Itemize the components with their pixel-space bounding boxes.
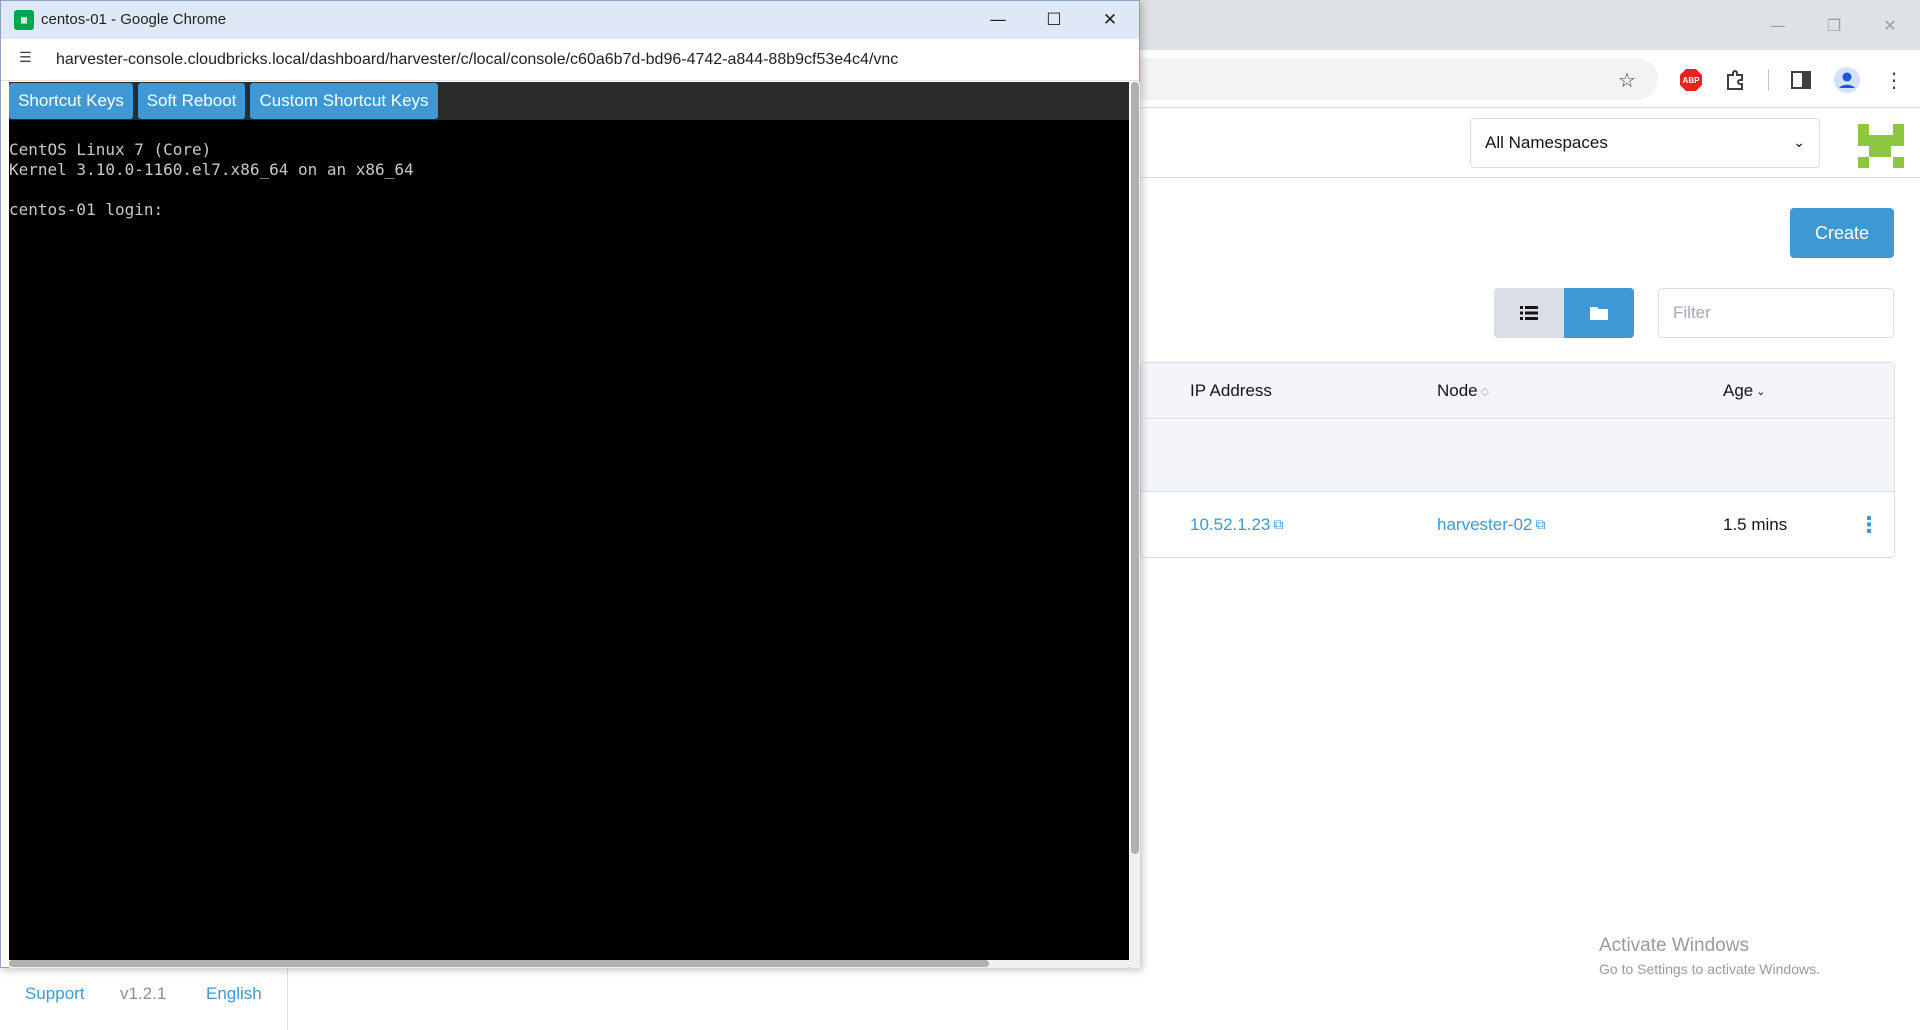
vm-table: IP Address Node ◇ Age ⌄ 10.52.1.23 ⧉ harves… — [1140, 362, 1895, 558]
ip-link[interactable]: 10.52.1.23 — [1190, 515, 1270, 535]
create-button[interactable]: Create — [1790, 208, 1894, 258]
sort-desc-icon: ⌄ — [1756, 384, 1766, 398]
sidepanel-icon[interactable] — [1783, 62, 1819, 98]
svg-text:ABP: ABP — [1683, 76, 1701, 85]
table-cell-ip[interactable]: 10.52.1.23 ⧉ — [1190, 493, 1283, 557]
language-select[interactable]: English — [206, 984, 262, 1004]
column-header-age[interactable]: Age ⌄ — [1723, 363, 1765, 419]
activate-windows-watermark: Activate Windows Go to Settings to activ… — [1599, 935, 1820, 977]
extensions-icon[interactable] — [1718, 62, 1754, 98]
copy-icon[interactable]: ⧉ — [1273, 517, 1283, 533]
support-link[interactable]: Support — [25, 984, 85, 1004]
star-icon[interactable]: ☆ — [1609, 62, 1645, 98]
harvester-logo[interactable] — [1858, 124, 1904, 168]
custom-shortcut-keys-button[interactable]: Custom Shortcut Keys — [250, 83, 438, 119]
toolbar-divider — [1768, 69, 1769, 91]
column-header-ip[interactable]: IP Address — [1190, 363, 1272, 419]
activate-subtitle: Go to Settings to activate Windows. — [1599, 961, 1820, 977]
vertical-scrollbar-thumb[interactable] — [1131, 82, 1139, 854]
column-header-ip-label: IP Address — [1190, 381, 1272, 400]
vnc-console-screen[interactable]: CentOS Linux 7 (Core) Kernel 3.10.0-1160… — [9, 120, 1129, 960]
namespace-select-value: All Namespaces — [1485, 133, 1608, 152]
console-output: CentOS Linux 7 (Core) Kernel 3.10.0-1160… — [9, 140, 414, 219]
popup-address-bar[interactable]: ☰ harvester-console.cloudbricks.local/da… — [1, 39, 1139, 81]
console-popup-window: ▦ centos-01 - Google Chrome — ☐ ✕ ☰ harv… — [0, 0, 1140, 968]
popup-url[interactable]: harvester-console.cloudbricks.local/dash… — [56, 51, 898, 69]
copy-icon[interactable]: ⧉ — [1535, 517, 1545, 533]
shortcut-keys-button[interactable]: Shortcut Keys — [9, 83, 133, 119]
table-group-row — [1141, 420, 1894, 492]
popup-close-button[interactable]: ✕ — [1082, 1, 1138, 39]
row-actions-menu-icon[interactable]: ⋮ — [1857, 493, 1881, 557]
restore-button[interactable]: ❐ — [1806, 0, 1862, 50]
footer-divider — [287, 968, 288, 1030]
site-info-icon[interactable]: ☰ — [19, 50, 32, 66]
folder-icon — [1590, 307, 1608, 320]
horizontal-scrollbar-thumb[interactable] — [9, 960, 989, 967]
chevron-down-icon: ⌄ — [1793, 135, 1805, 151]
list-icon — [1520, 306, 1538, 320]
version-label: v1.2.1 — [120, 984, 167, 1003]
menu-icon[interactable]: ⋮ — [1876, 62, 1912, 98]
table-cell-age: 1.5 mins — [1723, 515, 1788, 534]
filter-input[interactable] — [1658, 288, 1894, 338]
vnc-toolbar: Shortcut Keys Soft Reboot Custom Shortcu… — [9, 82, 1129, 120]
table-cell-node[interactable]: harvester-02 ⧉ — [1437, 493, 1545, 557]
node-link[interactable]: harvester-02 — [1437, 515, 1532, 535]
sort-icon: ◇ — [1480, 384, 1490, 398]
adblock-icon[interactable]: ABP — [1673, 62, 1709, 98]
popup-minimize-button[interactable]: — — [970, 1, 1026, 39]
column-header-age-label: Age — [1723, 381, 1754, 400]
list-view-button[interactable] — [1494, 288, 1564, 338]
soft-reboot-button[interactable]: Soft Reboot — [138, 83, 245, 119]
namespace-select[interactable]: All Namespaces ⌄ — [1470, 118, 1820, 168]
minimize-button[interactable]: — — [1750, 0, 1806, 50]
column-header-node-label: Node — [1437, 381, 1478, 400]
harvester-favicon-icon: ▦ — [14, 10, 34, 30]
table-header: IP Address Node ◇ Age ⌄ — [1141, 363, 1894, 419]
profile-icon[interactable] — [1829, 62, 1865, 98]
popup-maximize-button[interactable]: ☐ — [1026, 1, 1082, 39]
group-view-button[interactable] — [1564, 288, 1634, 338]
close-button[interactable]: ✕ — [1862, 0, 1918, 50]
column-header-node[interactable]: Node ◇ — [1437, 363, 1489, 419]
activate-title: Activate Windows — [1599, 935, 1749, 956]
header-divider — [1140, 177, 1920, 178]
popup-title: centos-01 - Google Chrome — [41, 11, 227, 28]
